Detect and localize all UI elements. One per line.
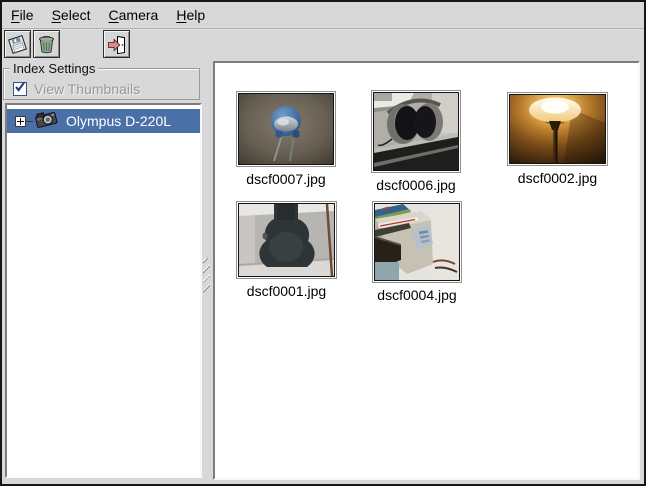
thumbnail-label: dscf0007.jpg xyxy=(246,171,325,187)
camera-app-window: File Select Camera Help xyxy=(0,0,646,486)
thumbnail-image-dscf0004 xyxy=(374,203,460,281)
pane-splitter[interactable] xyxy=(202,62,211,479)
view-thumbnails-label: View Thumbnails xyxy=(34,81,140,97)
thumbnail-cell-dscf0004[interactable]: dscf0004.jpg xyxy=(372,201,462,303)
thumbnail-image-dscf0007 xyxy=(238,93,334,165)
exit-door-icon xyxy=(106,34,127,55)
thumbnail-label: dscf0001.jpg xyxy=(247,283,326,299)
menubar-divider xyxy=(2,28,644,30)
thumbnail-frame xyxy=(236,201,337,279)
menu-select[interactable]: Select xyxy=(45,3,98,27)
thumbnail-image-dscf0006 xyxy=(373,92,459,171)
delete-button[interactable] xyxy=(33,30,60,58)
menu-camera[interactable]: Camera xyxy=(102,3,166,27)
view-thumbnails-checkbox[interactable] xyxy=(13,82,27,96)
camera-icon xyxy=(34,109,59,133)
thumbnail-cell-dscf0002[interactable]: dscf0002.jpg xyxy=(507,92,608,186)
save-button[interactable] xyxy=(4,30,31,58)
thumbnail-label: dscf0004.jpg xyxy=(377,287,456,303)
splitter-grip-icon[interactable] xyxy=(203,258,210,294)
thumbnail-label: dscf0006.jpg xyxy=(376,177,455,193)
tree-expander-plus-icon[interactable] xyxy=(15,116,26,127)
thumbnail-image-dscf0001 xyxy=(238,203,335,277)
index-settings-frame: Index Settings View Thumbnails xyxy=(3,68,200,100)
tree-item-label: Olympus D-220L xyxy=(66,113,171,129)
checkmark-icon xyxy=(14,80,26,98)
exit-button[interactable] xyxy=(103,30,130,58)
thumbnail-cell-dscf0001[interactable]: dscf0001.jpg xyxy=(236,201,337,299)
thumbnail-panel: dscf0007.jpg xyxy=(213,61,640,480)
trash-icon xyxy=(36,34,57,55)
floppy-disk-icon xyxy=(7,34,28,55)
thumbnail-frame xyxy=(372,201,462,283)
tree-item-olympus-d220l[interactable]: Olympus D-220L xyxy=(7,109,200,133)
menu-file[interactable]: File xyxy=(4,3,41,27)
thumbnail-frame xyxy=(236,91,336,167)
menu-help[interactable]: Help xyxy=(169,3,212,27)
menubar: File Select Camera Help xyxy=(2,2,644,28)
thumbnail-label: dscf0002.jpg xyxy=(518,170,597,186)
thumbnail-cell-dscf0006[interactable]: dscf0006.jpg xyxy=(371,90,461,193)
thumbnail-frame xyxy=(371,90,461,173)
thumbnail-image-dscf0002 xyxy=(509,94,606,164)
tree-connector-line xyxy=(26,121,33,122)
camera-tree-panel: Olympus D-220L xyxy=(5,103,202,478)
frame-title: Index Settings xyxy=(10,61,98,76)
thumbnail-cell-dscf0007[interactable]: dscf0007.jpg xyxy=(236,91,336,187)
thumbnail-frame xyxy=(507,92,608,166)
